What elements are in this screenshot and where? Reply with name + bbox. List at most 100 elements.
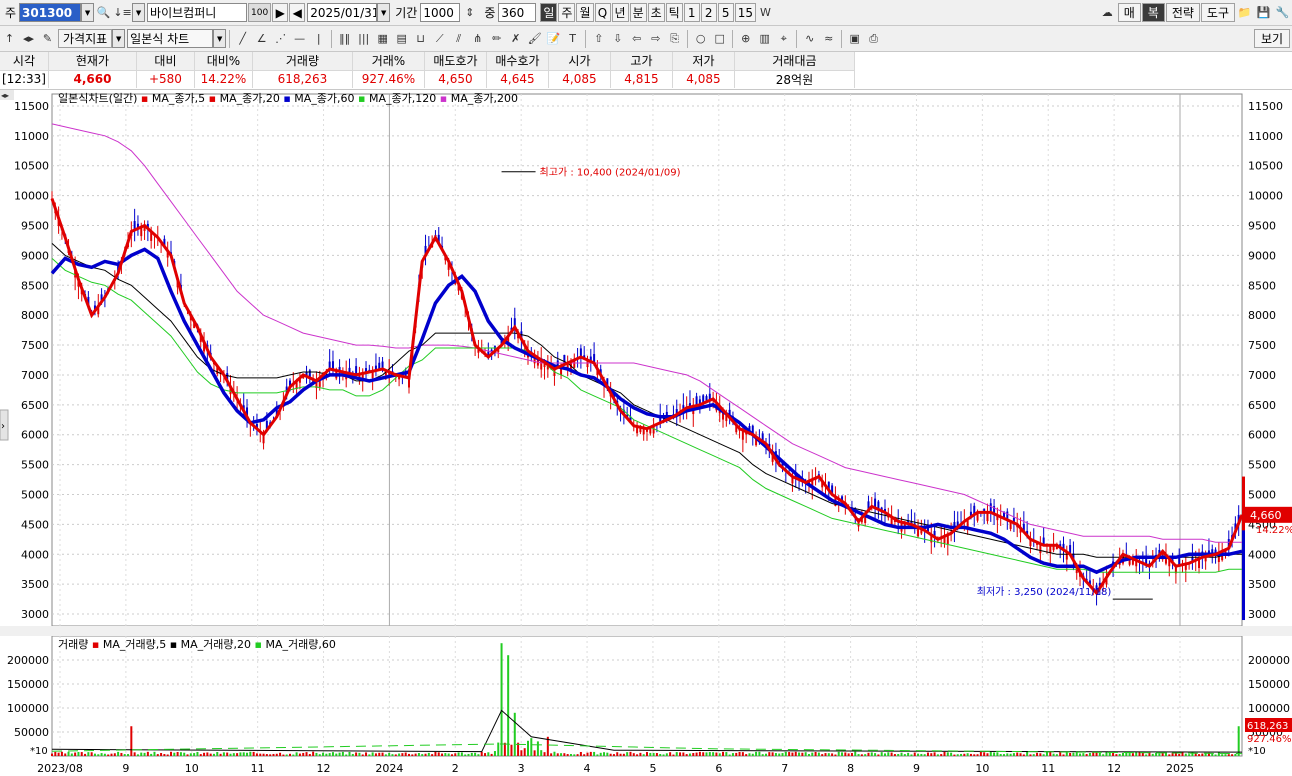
volume-bar [255,753,258,756]
wrench-icon[interactable]: 🔧 [1273,3,1292,22]
parallel-line-icon[interactable]: ⫽ [449,29,468,48]
table-icon[interactable]: ▥ [755,29,774,48]
zoom-area-icon[interactable]: ⊕ [736,29,755,48]
volume-bar [801,752,804,756]
range-icon[interactable]: ⇕ [460,3,479,22]
stock-code-input[interactable]: 301300 [19,3,82,22]
brush-icon[interactable]: 🖌 [525,29,544,48]
bookmark-icon[interactable]: ⎘ [665,29,684,48]
timeframe-button[interactable]: Q [594,3,611,22]
channel-icon[interactable]: ⊔ [411,29,430,48]
memo-icon[interactable]: 📝 [544,29,563,48]
volume-bar [520,750,523,756]
search-icon[interactable]: 🔍 [94,3,113,22]
stock-chart[interactable]: ◂▸3000 30003500 35004000 40004500 45005000 50… [0,90,1292,776]
cross-tool-icon[interactable]: ✗ [506,29,525,48]
stock-name-field[interactable]: 바이브컴퍼니 [147,3,248,22]
timeframe-button[interactable]: 틱 [665,3,683,22]
volume-bar [70,753,73,756]
timeframe-button[interactable]: 분 [629,3,647,22]
stock-name-tag[interactable]: 100 [248,3,272,22]
timeframe-button[interactable]: 5 [717,3,734,22]
stock-code-dropdown[interactable]: ▼ [81,3,95,22]
image-icon[interactable]: ▣ [845,29,864,48]
timeframe-button[interactable]: 월 [576,3,594,22]
history-dropdown[interactable]: ▼ [132,3,146,22]
cloud-icon[interactable]: ☁ [1098,3,1117,22]
timeframe-button[interactable]: 2 [700,3,717,22]
timeframe-button[interactable]: 일 [540,3,558,22]
date-field[interactable]: 2025/01/31 [307,3,378,22]
timeframe-button[interactable]: 1 [683,3,700,22]
speed-line-icon[interactable]: ⟋ [430,29,449,48]
timeframe-button[interactable]: 15 [734,3,756,22]
view-button[interactable]: 보기 [1254,29,1290,48]
timeframe-button[interactable]: 초 [647,3,665,22]
wave-icon[interactable]: ∿ [800,29,819,48]
up-arrow-icon[interactable]: ↑ [0,29,19,48]
y-tick-label-left: 9000 [21,249,49,262]
volume-bar [556,753,559,756]
volume-bar [1155,752,1158,756]
vertical-line-icon[interactable]: | [309,29,328,48]
volume-bar [93,753,96,756]
arrow-down-tool-icon[interactable]: ⇩ [608,29,627,48]
timeframe-button[interactable]: 년 [611,3,629,22]
text-icon[interactable]: T [563,29,582,48]
zoom-input[interactable]: 360 [498,3,537,22]
trendline-icon[interactable]: ╱ [233,29,252,48]
prev-button[interactable]: ◀ [289,3,306,22]
pitchfork-icon[interactable]: ⋔ [468,29,487,48]
volume-bar [259,753,262,756]
period-input[interactable]: 1000 [420,3,461,22]
volume-bar [1128,753,1131,756]
toolbar-right-button[interactable]: 도구 [1200,3,1235,22]
volume-tick-right: 150000 [1248,678,1290,691]
legend-marker: ▪ [205,92,216,105]
save-icon[interactable]: 💾 [1254,3,1273,22]
fan-line-icon[interactable]: ⋰ [271,29,290,48]
gann-grid-icon[interactable]: ▤ [392,29,411,48]
volume-bar [150,753,153,756]
fibonacci-time-icon[interactable]: ||| [354,29,373,48]
angle-line-icon[interactable]: ∠ [252,29,271,48]
horizontal-arrows-icon[interactable]: ◂▸ [19,29,38,48]
circle-tool-icon[interactable]: ○ [691,29,710,48]
rectangle-tool-icon[interactable]: □ [710,29,729,48]
range-marker-red [1242,476,1245,531]
toolbar-right-button[interactable]: 전략 [1165,3,1200,22]
volume-bar [275,753,278,756]
chart-type-select[interactable]: 일본식 차트 [127,29,214,48]
volume-bar [593,751,596,756]
horizontal-line-icon[interactable]: — [290,29,309,48]
chart-type-icon[interactable]: W [756,3,775,22]
volume-bar [474,752,477,756]
volume-bar [553,751,556,756]
quote-header-cell: 거래대금 [734,52,855,71]
volume-bar [120,752,123,756]
toolbar-right-button[interactable]: 복 [1141,3,1165,22]
arrow-up-tool-icon[interactable]: ⇧ [589,29,608,48]
next-button[interactable]: ▶ [272,3,289,22]
volume-bar [606,752,609,756]
grid-icon[interactable]: ▦ [373,29,392,48]
indicator-button[interactable]: 가격지표 [58,29,113,48]
timeframe-button[interactable]: 주 [558,3,576,22]
edit-icon[interactable]: ✎ [38,29,57,48]
pencil-icon[interactable]: ✏ [487,29,506,48]
arrow-left-tool-icon[interactable]: ⇦ [627,29,646,48]
date-dropdown[interactable]: ▼ [377,3,391,22]
chart-type-dropdown[interactable]: ▼ [213,29,227,48]
sort-icon[interactable]: ↓≡ [113,3,132,22]
toolbar-right-button[interactable]: 매 [1117,3,1141,22]
arrow-right-tool-icon[interactable]: ⇨ [646,29,665,48]
volume-legend-marker: ▪ [251,638,262,651]
wave2-icon[interactable]: ≈ [819,29,838,48]
crosshair-icon[interactable]: ⌖ [774,29,793,48]
indicator-dropdown[interactable]: ▼ [112,29,126,48]
volume-bar [1012,753,1015,756]
volume-legend-title: 거래량 [58,638,88,651]
folder-icon[interactable]: 📁 [1235,3,1254,22]
cycle-line-icon[interactable]: ‖‖ [335,29,354,48]
print-icon[interactable]: ⎙ [864,29,883,48]
